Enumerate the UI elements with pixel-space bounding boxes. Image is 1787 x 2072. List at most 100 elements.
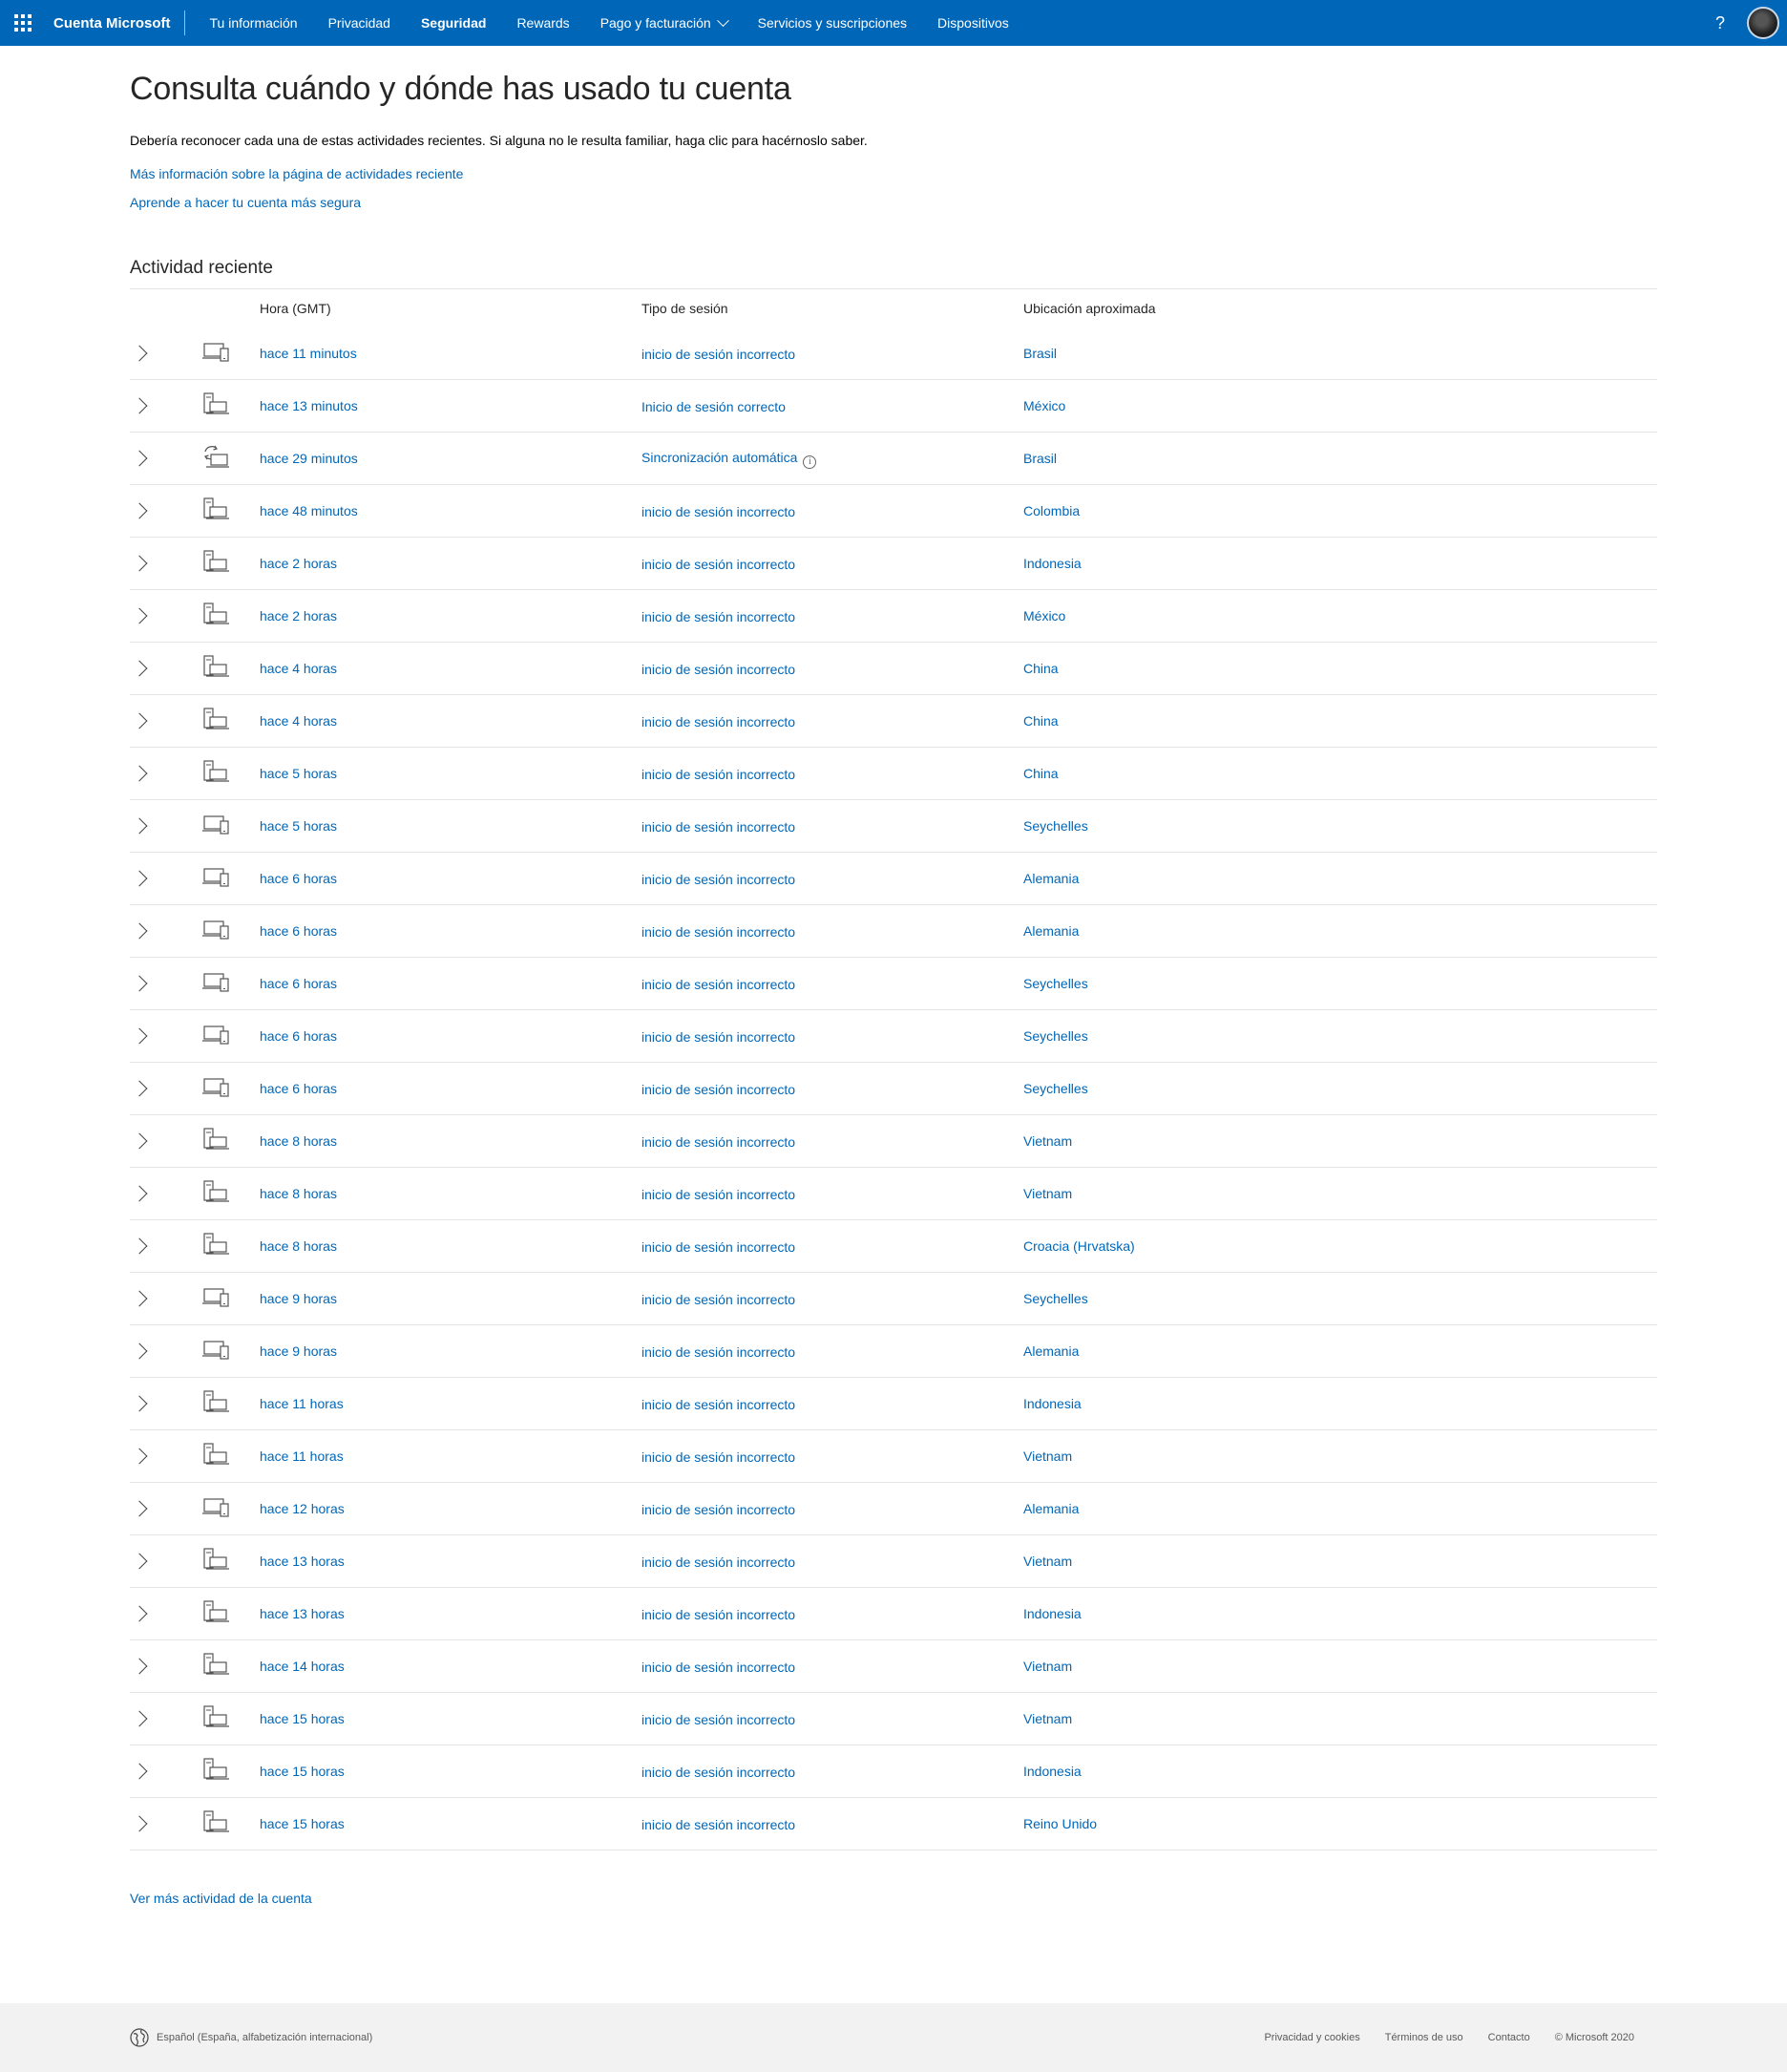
nav-item-2[interactable]: Seguridad: [406, 0, 501, 46]
session-type-link[interactable]: inicio de sesión incorrecto: [641, 1397, 795, 1412]
session-type-link[interactable]: inicio de sesión incorrecto: [641, 1344, 795, 1360]
location-link[interactable]: Indonesia: [1023, 1764, 1082, 1779]
session-type-link[interactable]: inicio de sesión incorrecto: [641, 662, 795, 677]
expand-row-button[interactable]: [130, 1693, 178, 1744]
location-link[interactable]: Brasil: [1023, 346, 1057, 361]
expand-row-button[interactable]: [130, 1588, 178, 1639]
nav-item-0[interactable]: Tu información: [195, 0, 313, 46]
location-link[interactable]: Alemania: [1023, 1501, 1079, 1516]
session-type-link[interactable]: inicio de sesión incorrecto: [641, 1712, 795, 1727]
session-type-link[interactable]: inicio de sesión incorrecto: [641, 1082, 795, 1097]
location-link[interactable]: Reino Unido: [1023, 1816, 1097, 1831]
help-icon[interactable]: ?: [1701, 13, 1739, 33]
location-link[interactable]: Alemania: [1023, 1343, 1079, 1359]
session-type-link[interactable]: inicio de sesión incorrecto: [641, 1187, 795, 1202]
location-link[interactable]: Vietnam: [1023, 1133, 1072, 1149]
avatar[interactable]: [1747, 7, 1779, 39]
activity-time-link[interactable]: hace 2 horas: [260, 608, 337, 624]
session-type-link[interactable]: inicio de sesión incorrecto: [641, 767, 795, 782]
expand-row-button[interactable]: [130, 958, 178, 1009]
activity-time-link[interactable]: hace 48 minutos: [260, 503, 358, 518]
info-icon[interactable]: i: [803, 455, 817, 469]
activity-time-link[interactable]: hace 15 horas: [260, 1816, 345, 1831]
activity-time-link[interactable]: hace 11 horas: [260, 1448, 344, 1464]
activity-time-link[interactable]: hace 6 horas: [260, 1081, 337, 1096]
location-link[interactable]: Seychelles: [1023, 976, 1088, 991]
session-type-link[interactable]: inicio de sesión incorrecto: [641, 1134, 795, 1150]
account-security-link[interactable]: Aprende a hacer tu cuenta más segura: [130, 195, 1657, 210]
session-type-link[interactable]: inicio de sesión incorrecto: [641, 872, 795, 887]
location-link[interactable]: Seychelles: [1023, 1028, 1088, 1044]
session-type-link[interactable]: inicio de sesión incorrecto: [641, 977, 795, 992]
expand-row-button[interactable]: [130, 1535, 178, 1587]
activity-time-link[interactable]: hace 11 minutos: [260, 346, 357, 361]
location-link[interactable]: Vietnam: [1023, 1554, 1072, 1569]
activity-time-link[interactable]: hace 12 horas: [260, 1501, 345, 1516]
location-link[interactable]: Seychelles: [1023, 1081, 1088, 1096]
expand-row-button[interactable]: [130, 1640, 178, 1692]
nav-item-5[interactable]: Servicios y suscripciones: [743, 0, 922, 46]
session-type-link[interactable]: Sincronización automática: [641, 450, 797, 465]
activity-time-link[interactable]: hace 6 horas: [260, 871, 337, 886]
activity-time-link[interactable]: hace 9 horas: [260, 1343, 337, 1359]
activity-time-link[interactable]: hace 8 horas: [260, 1133, 337, 1149]
session-type-link[interactable]: inicio de sesión incorrecto: [641, 924, 795, 940]
activity-time-link[interactable]: hace 15 horas: [260, 1711, 345, 1726]
location-link[interactable]: Indonesia: [1023, 556, 1082, 571]
location-link[interactable]: Vietnam: [1023, 1448, 1072, 1464]
session-type-link[interactable]: inicio de sesión incorrecto: [641, 347, 795, 362]
activity-time-link[interactable]: hace 4 horas: [260, 713, 337, 729]
location-link[interactable]: Indonesia: [1023, 1606, 1082, 1621]
expand-row-button[interactable]: [130, 1378, 178, 1429]
activity-time-link[interactable]: hace 9 horas: [260, 1291, 337, 1306]
expand-row-button[interactable]: [130, 905, 178, 957]
activity-time-link[interactable]: hace 6 horas: [260, 1028, 337, 1044]
nav-item-4[interactable]: Pago y facturación: [585, 0, 743, 46]
session-type-link[interactable]: inicio de sesión incorrecto: [641, 714, 795, 729]
activity-time-link[interactable]: hace 8 horas: [260, 1186, 337, 1201]
location-link[interactable]: Brasil: [1023, 451, 1057, 466]
footer-link-contact[interactable]: Contacto: [1488, 2032, 1530, 2043]
session-type-link[interactable]: inicio de sesión incorrecto: [641, 557, 795, 572]
expand-row-button[interactable]: [130, 1483, 178, 1534]
session-type-link[interactable]: inicio de sesión incorrecto: [641, 1239, 795, 1255]
expand-row-button[interactable]: [130, 433, 178, 484]
activity-time-link[interactable]: hace 5 horas: [260, 818, 337, 834]
session-type-link[interactable]: inicio de sesión incorrecto: [641, 504, 795, 519]
location-link[interactable]: México: [1023, 398, 1065, 413]
expand-row-button[interactable]: [130, 1273, 178, 1324]
expand-row-button[interactable]: [130, 748, 178, 799]
expand-row-button[interactable]: [130, 328, 178, 379]
expand-row-button[interactable]: [130, 485, 178, 537]
expand-row-button[interactable]: [130, 695, 178, 747]
activity-time-link[interactable]: hace 6 horas: [260, 923, 337, 939]
location-link[interactable]: China: [1023, 713, 1059, 729]
expand-row-button[interactable]: [130, 1798, 178, 1850]
location-link[interactable]: México: [1023, 608, 1065, 624]
activity-time-link[interactable]: hace 14 horas: [260, 1659, 345, 1674]
session-type-link[interactable]: inicio de sesión incorrecto: [641, 1502, 795, 1517]
activity-time-link[interactable]: hace 11 horas: [260, 1396, 344, 1411]
session-type-link[interactable]: inicio de sesión incorrecto: [641, 1449, 795, 1465]
session-type-link[interactable]: inicio de sesión incorrecto: [641, 1817, 795, 1832]
activity-time-link[interactable]: hace 8 horas: [260, 1238, 337, 1254]
see-more-activity-link[interactable]: Ver más actividad de la cuenta: [130, 1891, 312, 1906]
expand-row-button[interactable]: [130, 1010, 178, 1062]
expand-row-button[interactable]: [130, 800, 178, 852]
location-link[interactable]: China: [1023, 661, 1059, 676]
expand-row-button[interactable]: [130, 643, 178, 694]
activity-time-link[interactable]: hace 6 horas: [260, 976, 337, 991]
location-link[interactable]: Indonesia: [1023, 1396, 1082, 1411]
location-link[interactable]: Colombia: [1023, 503, 1080, 518]
app-launcher-icon[interactable]: [0, 0, 46, 46]
location-link[interactable]: Alemania: [1023, 871, 1079, 886]
location-link[interactable]: China: [1023, 766, 1059, 781]
location-link[interactable]: Vietnam: [1023, 1711, 1072, 1726]
nav-item-6[interactable]: Dispositivos: [922, 0, 1024, 46]
footer-link-privacy[interactable]: Privacidad y cookies: [1264, 2032, 1359, 2043]
expand-row-button[interactable]: [130, 1168, 178, 1219]
location-link[interactable]: Seychelles: [1023, 1291, 1088, 1306]
activity-time-link[interactable]: hace 4 horas: [260, 661, 337, 676]
session-type-link[interactable]: inicio de sesión incorrecto: [641, 1554, 795, 1570]
expand-row-button[interactable]: [130, 1745, 178, 1797]
